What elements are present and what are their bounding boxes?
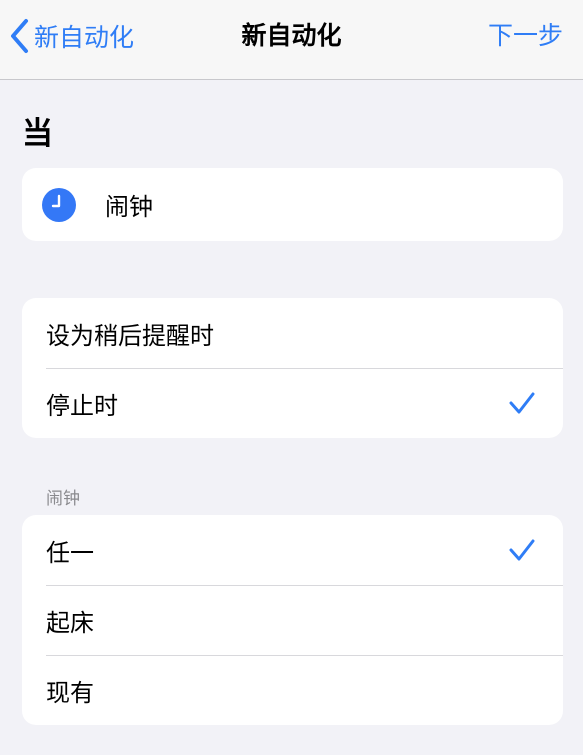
alarm-label: 现有	[46, 678, 94, 707]
option-label: 设为稍后提醒时	[46, 321, 214, 350]
checkmark-icon	[509, 392, 535, 414]
alarm-row-wakeup[interactable]: 起床	[22, 585, 563, 655]
alarm-group-label: 闹钟	[46, 489, 80, 509]
alarm-list-card: 任一 起床 现有	[22, 515, 563, 725]
alarm-row-any[interactable]: 任一	[22, 515, 563, 585]
alarm-label: 起床	[46, 608, 94, 637]
alarm-label: 任一	[46, 538, 94, 567]
clock-icon	[42, 187, 76, 222]
checkmark-icon	[509, 539, 535, 561]
option-label: 停止时	[46, 391, 118, 420]
trigger-card: 闹钟	[22, 168, 563, 241]
trigger-label: 闹钟	[105, 193, 153, 221]
next-button[interactable]: 下一步	[488, 14, 563, 58]
navigation-bar: 新自动化 新自动化 下一步	[0, 0, 583, 80]
option-row-snoozed[interactable]: 设为稍后提醒时	[22, 298, 563, 368]
when-heading: 当	[22, 116, 53, 152]
trigger-row-alarm[interactable]: 闹钟	[22, 168, 563, 241]
option-row-stopped[interactable]: 停止时	[22, 368, 563, 438]
alarm-row-existing[interactable]: 现有	[22, 655, 563, 725]
event-options-card: 设为稍后提醒时 停止时	[22, 298, 563, 438]
